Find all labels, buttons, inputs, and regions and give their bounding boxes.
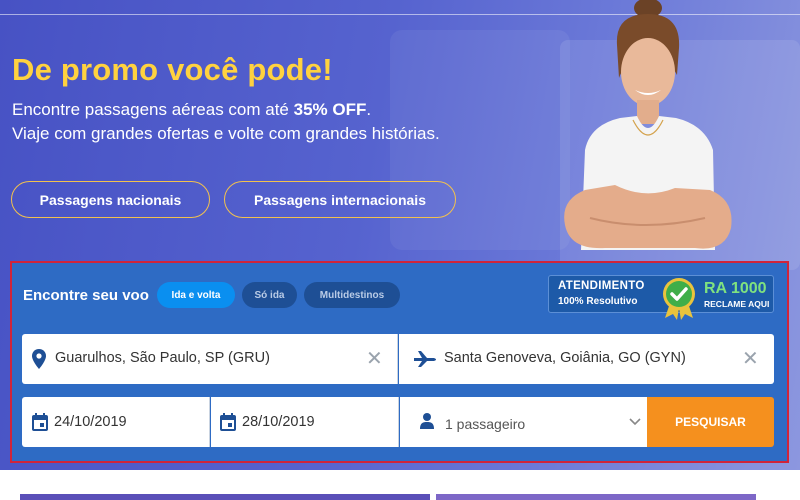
hero-headline: De promo você pode! (12, 52, 333, 87)
person-icon (420, 413, 434, 429)
calendar-icon (32, 413, 48, 431)
return-date-value: 28/10/2019 (242, 414, 315, 430)
departure-date-value: 24/10/2019 (54, 414, 127, 430)
hero-subline-tagline: Viaje com grandes ofertas e volte com gr… (12, 124, 440, 143)
flight-search-panel: Encontre seu voo Ida e volta Só ida Mult… (12, 263, 787, 461)
hero-discount: 35% OFF (293, 100, 367, 119)
close-icon[interactable]: ✕ (366, 349, 383, 369)
calendar-icon (220, 413, 236, 431)
badge-reclame-aqui: RECLAME AQUI (704, 299, 770, 309)
destination-value: Santa Genoveva, Goiânia, GO (GYN) (444, 350, 686, 366)
badge-ra1000: RA 1000 (704, 280, 767, 297)
destination-field[interactable]: Santa Genoveva, Goiânia, GO (GYN) ✕ (399, 334, 774, 384)
hero-subline-offer: Encontre passagens aéreas com até 35% OF… (12, 100, 372, 119)
search-submit-button[interactable]: PESQUISAR (647, 397, 774, 447)
reclame-aqui-badge[interactable]: ATENDIMENTO 100% Resolutivo RA 1000 RECL… (548, 275, 774, 320)
airplane-icon (414, 351, 436, 367)
tab-round-trip[interactable]: Ida e volta (157, 282, 235, 308)
location-pin-icon (32, 349, 46, 369)
badge-atendimento: ATENDIMENTO (558, 280, 645, 292)
search-title: Encontre seu voo (23, 287, 149, 304)
tab-one-way[interactable]: Só ida (242, 282, 297, 308)
origin-value: Guarulhos, São Paulo, SP (GRU) (55, 350, 270, 366)
bottom-decor-bar (20, 494, 430, 500)
departure-date-field[interactable]: 24/10/2019 (22, 397, 210, 447)
chevron-down-icon (629, 418, 641, 426)
origin-field[interactable]: Guarulhos, São Paulo, SP (GRU) ✕ (22, 334, 398, 384)
passengers-select[interactable]: 1 passageiro (400, 397, 647, 447)
international-flights-button[interactable]: Passagens internacionais (224, 181, 456, 218)
bottom-decor-bar (436, 494, 756, 500)
national-flights-button[interactable]: Passagens nacionais (11, 181, 210, 218)
close-icon[interactable]: ✕ (742, 349, 759, 369)
passengers-value: 1 passageiro (445, 416, 526, 432)
badge-resolutivo: 100% Resolutivo (558, 296, 638, 307)
tab-multi-city[interactable]: Multidestinos (304, 282, 400, 308)
hero-person-image (564, 0, 732, 250)
return-date-field[interactable]: 28/10/2019 (211, 397, 399, 447)
check-seal-icon (663, 278, 695, 320)
